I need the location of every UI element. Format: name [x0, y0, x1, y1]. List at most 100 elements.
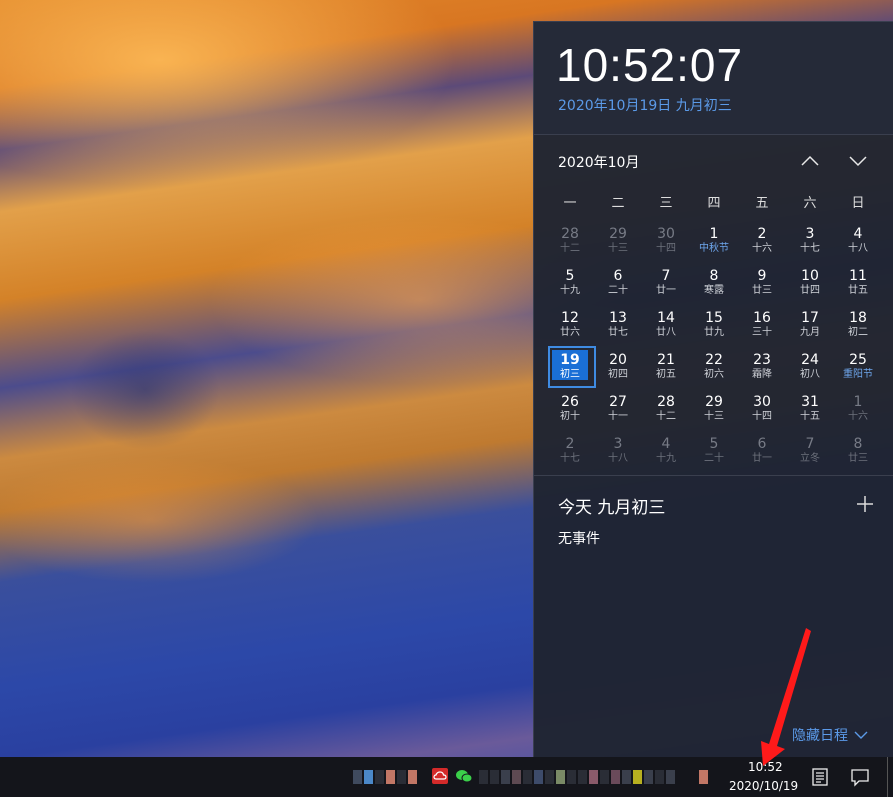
- day-number: 11: [849, 267, 867, 284]
- calendar-day[interactable]: 4 十八: [834, 219, 882, 261]
- calendar-day[interactable]: 17 九月: [786, 303, 834, 345]
- calendar-day[interactable]: 8 寒露: [690, 261, 738, 303]
- month-label[interactable]: 2020年10月: [558, 152, 639, 172]
- baidu-cloud-icon[interactable]: [431, 767, 449, 785]
- calendar-day[interactable]: 30 十四: [642, 219, 690, 261]
- day-number: 12: [561, 309, 579, 326]
- calendar-day[interactable]: 13 廿七: [594, 303, 642, 345]
- system-tray-blurred: [479, 770, 708, 784]
- tray-icon[interactable]: [666, 770, 675, 784]
- tray-icon[interactable]: [589, 770, 598, 784]
- tray-icon[interactable]: [556, 770, 565, 784]
- calendar-day[interactable]: 1 十六: [834, 387, 882, 429]
- calendar-day[interactable]: 23 霜降: [738, 345, 786, 387]
- tray-icon[interactable]: [386, 770, 395, 784]
- calendar-day[interactable]: 24 初八: [786, 345, 834, 387]
- calendar-day[interactable]: 10 廿四: [786, 261, 834, 303]
- calendar-day[interactable]: 20 初四: [594, 345, 642, 387]
- tray-icon[interactable]: [688, 770, 697, 784]
- day-number: 8: [853, 435, 863, 452]
- previous-month-button[interactable]: [797, 150, 823, 172]
- calendar-day[interactable]: 7 立冬: [786, 429, 834, 471]
- calendar-day[interactable]: 29 十三: [690, 387, 738, 429]
- lunar-date: 廿八: [656, 326, 676, 338]
- tray-icon[interactable]: [545, 770, 554, 784]
- wechat-icon[interactable]: [455, 767, 473, 785]
- calendar-day[interactable]: 26 初十: [546, 387, 594, 429]
- calendar-day[interactable]: 6 廿一: [738, 429, 786, 471]
- tray-icon[interactable]: [523, 770, 532, 784]
- tray-icon[interactable]: [611, 770, 620, 784]
- tray-icon[interactable]: [567, 770, 576, 784]
- lunar-date: 十六: [752, 242, 772, 254]
- calendar-day[interactable]: 14 廿八: [642, 303, 690, 345]
- calendar-day[interactable]: 27 十一: [594, 387, 642, 429]
- weekday-label: 一: [563, 196, 577, 211]
- tray-icon[interactable]: [375, 770, 384, 784]
- calendar-day-today[interactable]: 19 初三: [546, 345, 596, 388]
- day-number: 9: [757, 267, 767, 284]
- day-number: 5: [709, 435, 719, 452]
- calendar-day[interactable]: 1 中秋节: [690, 219, 738, 261]
- tray-icon[interactable]: [534, 770, 543, 784]
- calendar-day[interactable]: 25 重阳节: [834, 345, 882, 387]
- tray-icon[interactable]: [364, 770, 373, 784]
- divider: [534, 475, 893, 476]
- lunar-date: 十九: [656, 452, 676, 464]
- tray-icon[interactable]: [353, 770, 362, 784]
- calendar-day[interactable]: 30 十四: [738, 387, 786, 429]
- tray-icon[interactable]: [397, 770, 406, 784]
- calendar-day[interactable]: 28 十二: [546, 219, 594, 261]
- next-month-button[interactable]: [845, 150, 871, 172]
- calendar-day[interactable]: 4 十九: [642, 429, 690, 471]
- tray-icon[interactable]: [408, 770, 417, 784]
- calendar-day[interactable]: 15 廿九: [690, 303, 738, 345]
- tray-icon[interactable]: [622, 770, 631, 784]
- calendar-day[interactable]: 7 廿一: [642, 261, 690, 303]
- calendar-day[interactable]: 3 十八: [594, 429, 642, 471]
- calendar-grid: 28 十二 29 十三 30 十四 1 中秋节 2 十六 3 十七 4 十八 5 十九 6 二十 7 廿一 8 寒露 9 廿三…: [546, 219, 882, 471]
- tray-icon[interactable]: [490, 770, 499, 784]
- no-events-text: 无事件: [558, 531, 600, 547]
- calendar-day[interactable]: 11 廿五: [834, 261, 882, 303]
- tray-icon[interactable]: [644, 770, 653, 784]
- calendar-day[interactable]: 2 十七: [546, 429, 594, 471]
- calendar-day[interactable]: 22 初六: [690, 345, 738, 387]
- full-date-link[interactable]: 2020年10月19日 九月初三: [558, 95, 732, 115]
- day-number: 27: [609, 393, 627, 410]
- calendar-day[interactable]: 28 十二: [642, 387, 690, 429]
- calendar-day[interactable]: 8 廿三: [834, 429, 882, 471]
- calendar-day[interactable]: 2 十六: [738, 219, 786, 261]
- calendar-day[interactable]: 16 三十: [738, 303, 786, 345]
- calendar-day[interactable]: 21 初五: [642, 345, 690, 387]
- tray-icon[interactable]: [699, 770, 708, 784]
- tray-icon[interactable]: [600, 770, 609, 784]
- action-center-icon[interactable]: [850, 767, 870, 787]
- taskbar-date[interactable]: 2020/10/19: [729, 779, 798, 793]
- day-number: 16: [753, 309, 771, 326]
- day-number: 4: [853, 225, 863, 242]
- tray-icon[interactable]: [501, 770, 510, 784]
- calendar-day[interactable]: 9 廿三: [738, 261, 786, 303]
- lunar-date: 廿六: [560, 326, 580, 338]
- tray-icon[interactable]: [677, 770, 686, 784]
- add-event-button[interactable]: [854, 493, 876, 515]
- tray-icon[interactable]: [655, 770, 664, 784]
- calendar-day[interactable]: 18 初二: [834, 303, 882, 345]
- calendar-day[interactable]: 29 十三: [594, 219, 642, 261]
- show-desktop-button[interactable]: [887, 757, 888, 797]
- chevron-up-icon: [801, 155, 819, 166]
- tray-icon[interactable]: [479, 770, 488, 784]
- notes-icon[interactable]: [810, 767, 830, 787]
- calendar-day[interactable]: 31 十五: [786, 387, 834, 429]
- day-number: 31: [801, 393, 819, 410]
- tray-icon[interactable]: [512, 770, 521, 784]
- calendar-day[interactable]: 3 十七: [786, 219, 834, 261]
- tray-icon[interactable]: [633, 770, 642, 784]
- calendar-day[interactable]: 12 廿六: [546, 303, 594, 345]
- calendar-day[interactable]: 5 十九: [546, 261, 594, 303]
- calendar-day[interactable]: 5 二十: [690, 429, 738, 471]
- tray-icon[interactable]: [578, 770, 587, 784]
- calendar-day[interactable]: 6 二十: [594, 261, 642, 303]
- weekday-label: 五: [755, 196, 769, 211]
